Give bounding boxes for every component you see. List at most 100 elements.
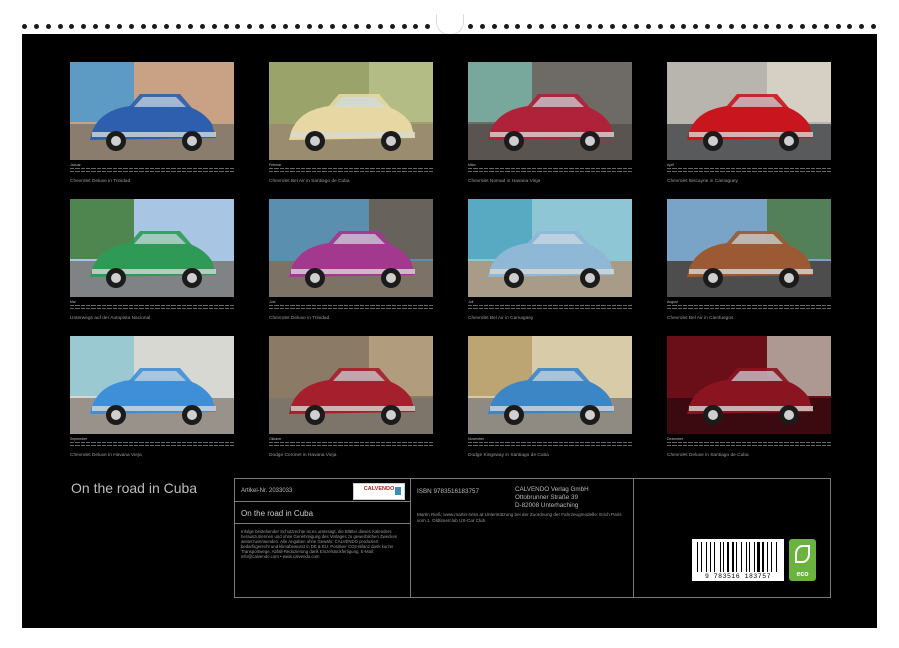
- calendar-grid-strip: Oktober: [269, 437, 433, 449]
- spiral-ring: [800, 24, 805, 29]
- day-cell: [569, 442, 573, 448]
- car-photo: [70, 62, 234, 160]
- day-cell: [118, 442, 122, 448]
- spiral-ring: [504, 24, 509, 29]
- day-cell: [704, 168, 708, 174]
- day-cell: [386, 442, 390, 448]
- day-cell: [139, 442, 143, 448]
- day-cell: [768, 442, 772, 448]
- day-cell: [193, 305, 197, 311]
- day-cell: [386, 168, 390, 174]
- day-cell: [413, 168, 417, 174]
- spiral-ring: [378, 24, 383, 29]
- day-cell: [468, 305, 472, 311]
- day-cell: [91, 168, 95, 174]
- spiral-ring: [69, 24, 74, 29]
- day-cell: [537, 305, 541, 311]
- day-cell: [198, 305, 202, 311]
- car-photo: [667, 62, 831, 160]
- day-cell: [424, 442, 428, 448]
- spiral-ring: [681, 24, 686, 29]
- day-cell: [145, 305, 149, 311]
- day-cell: [699, 442, 703, 448]
- day-cell: [710, 305, 714, 311]
- calendar-title: On the road in Cuba: [71, 480, 197, 496]
- day-cell: [203, 442, 207, 448]
- spiral-ring: [235, 24, 240, 29]
- day-cell: [596, 442, 600, 448]
- day-cell: [473, 168, 477, 174]
- day-cell: [617, 442, 621, 448]
- day-cell: [123, 305, 127, 311]
- day-cell: [505, 442, 509, 448]
- spiral-ring: [224, 24, 229, 29]
- month-tile: JuniChevrolet Deluxe in Trinidad: [269, 199, 433, 321]
- day-cell: [516, 305, 520, 311]
- spiral-ring: [563, 24, 568, 29]
- spiral-ring: [295, 24, 300, 29]
- day-cell: [397, 168, 401, 174]
- day-cell: [225, 305, 229, 311]
- spiral-ring: [22, 24, 27, 29]
- day-cell: [370, 442, 374, 448]
- day-grid: [269, 168, 433, 174]
- day-cell: [521, 305, 525, 311]
- day-grid: [468, 168, 632, 174]
- day-cell: [516, 442, 520, 448]
- day-cell: [306, 305, 310, 311]
- barcode-bar: [710, 542, 711, 572]
- day-cell: [102, 305, 106, 311]
- day-cell: [424, 305, 428, 311]
- day-cell: [328, 305, 332, 311]
- day-cell: [699, 168, 703, 174]
- day-cell: [816, 442, 820, 448]
- day-cell: [290, 442, 294, 448]
- photo-caption: Chevrolet Bel Air in Cienfuegos: [667, 316, 831, 321]
- day-cell: [505, 305, 509, 311]
- eco-label: eco: [789, 571, 816, 578]
- barcode-bar: [736, 542, 737, 572]
- spiral-ring: [646, 24, 651, 29]
- day-cell: [585, 442, 589, 448]
- barcode-bar: [767, 542, 768, 572]
- barcode-bar: [723, 542, 724, 572]
- day-cell: [312, 168, 316, 174]
- day-cell: [328, 442, 332, 448]
- day-cell: [763, 442, 767, 448]
- day-cell: [402, 442, 406, 448]
- spiral-ring: [539, 24, 544, 29]
- day-grid: [667, 168, 831, 174]
- day-cell: [349, 305, 353, 311]
- day-cell: [699, 305, 703, 311]
- day-cell: [376, 442, 380, 448]
- day-cell: [171, 168, 175, 174]
- day-cell: [617, 305, 621, 311]
- barcode-bar: [771, 542, 772, 572]
- spiral-ring: [318, 24, 323, 29]
- day-cell: [811, 168, 815, 174]
- day-cell: [800, 168, 804, 174]
- barcode-bars: [697, 542, 779, 572]
- day-cell: [612, 305, 616, 311]
- day-cell: [214, 168, 218, 174]
- spiral-ring: [824, 24, 829, 29]
- photo-caption: Chevrolet Bel Air in Camagüey: [468, 316, 632, 321]
- day-cell: [408, 168, 412, 174]
- info-column-left: Artikel-Nr. 2033033 CALVENDO On the road…: [235, 479, 411, 597]
- day-cell: [182, 168, 186, 174]
- day-cell: [177, 442, 181, 448]
- spiral-ring: [46, 24, 51, 29]
- day-cell: [317, 168, 321, 174]
- day-cell: [397, 442, 401, 448]
- day-cell: [553, 442, 557, 448]
- day-grid: [70, 168, 234, 174]
- month-tile: JuliChevrolet Bel Air in Camagüey: [468, 199, 632, 321]
- day-cell: [145, 168, 149, 174]
- day-cell: [683, 168, 687, 174]
- day-cell: [601, 305, 605, 311]
- spiral-ring: [468, 24, 473, 29]
- day-cell: [790, 168, 794, 174]
- spiral-ring: [34, 24, 39, 29]
- spiral-ring: [575, 24, 580, 29]
- day-cell: [678, 442, 682, 448]
